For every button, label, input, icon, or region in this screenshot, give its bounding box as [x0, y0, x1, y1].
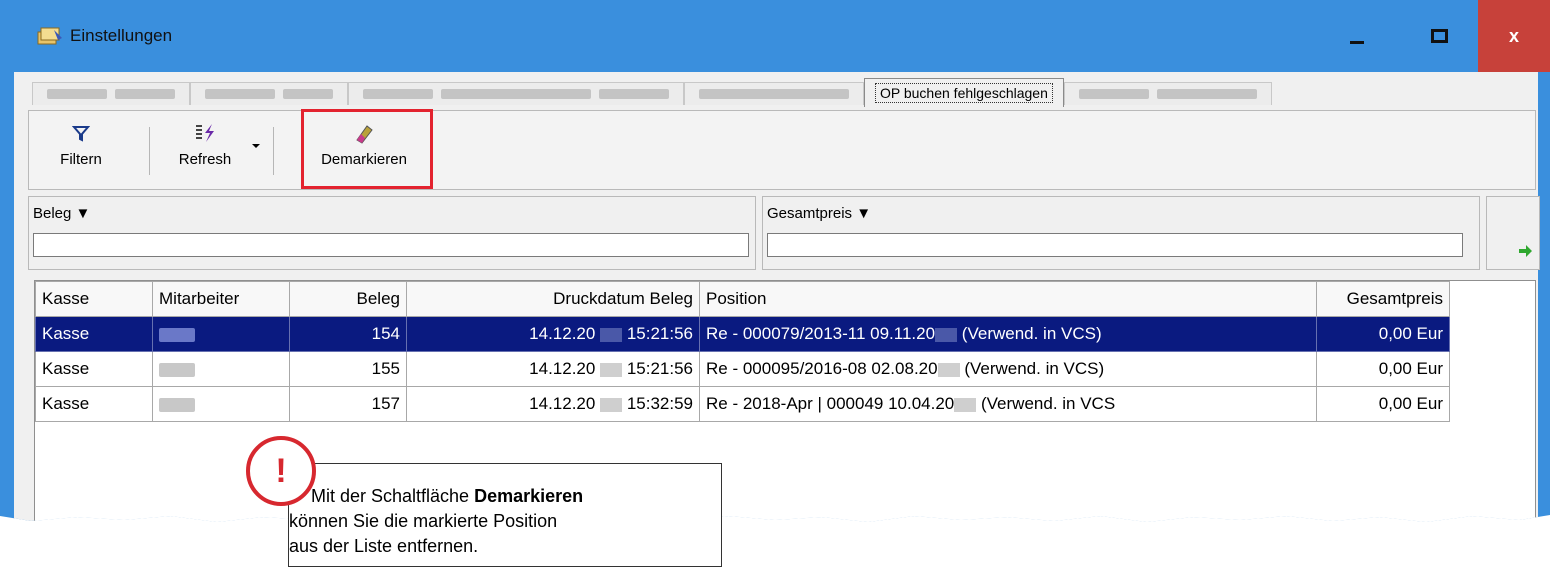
- filter-icon: [72, 126, 90, 142]
- tab-blurred-2[interactable]: [190, 82, 348, 105]
- results-table: Kasse Mitarbeiter Beleg Druckdatum Beleg…: [35, 281, 1450, 422]
- column-header-mitarbeiter[interactable]: Mitarbeiter: [152, 281, 290, 317]
- tab-blurred-1[interactable]: [32, 82, 190, 105]
- hint-text: Mit der Schaltfläche Demarkieren können …: [289, 486, 584, 556]
- title-bar: Einstellungen x: [0, 0, 1550, 72]
- column-header-position[interactable]: Position: [699, 281, 1317, 317]
- column-header-beleg[interactable]: Beleg: [289, 281, 407, 317]
- table-row[interactable]: Kasse 154 14.12.20 15:21:56 Re - 000079/…: [35, 316, 1450, 352]
- tab-blurred-5[interactable]: [1063, 82, 1272, 105]
- column-header-gesamtpreis[interactable]: Gesamtpreis: [1316, 281, 1450, 317]
- results-grid: Kasse Mitarbeiter Beleg Druckdatum Beleg…: [34, 280, 1536, 522]
- refresh-icon: [196, 124, 214, 142]
- settings-window: Einstellungen x OP buchen fehlgeschlagen…: [0, 0, 1550, 522]
- filter-gesamtpreis: Gesamtpreis ▼: [762, 196, 1480, 270]
- cell-druckdatum: 14.12.20 15:21:56: [406, 351, 700, 387]
- table-header-row: Kasse Mitarbeiter Beleg Druckdatum Beleg…: [35, 281, 1450, 317]
- close-icon: x: [1508, 25, 1519, 46]
- maximize-icon: [1430, 29, 1448, 43]
- toolbar: Filtern Refresh Demarkieren: [28, 109, 1536, 190]
- minimize-icon: [1350, 40, 1364, 44]
- cell-kasse: Kasse: [35, 351, 153, 387]
- cell-druckdatum: 14.12.20 15:32:59: [406, 386, 700, 422]
- cell-position: Re - 000079/2013-11 09.11.20 (Verwend. i…: [699, 316, 1317, 352]
- column-header-kasse[interactable]: Kasse: [35, 281, 153, 317]
- toolbar-separator: [273, 127, 274, 175]
- tab-op-buchen-fehlgeschlagen[interactable]: OP buchen fehlgeschlagen: [864, 78, 1064, 107]
- gesamtpreis-filter-label[interactable]: Gesamtpreis ▼: [767, 205, 871, 222]
- beleg-filter-label[interactable]: Beleg ▼: [33, 205, 90, 222]
- toolbar-separator: [149, 127, 150, 175]
- cell-mitarbeiter: [152, 316, 290, 352]
- client-area: OP buchen fehlgeschlagen Filtern Refresh…: [14, 72, 1540, 522]
- tab-blurred-4[interactable]: [684, 82, 864, 105]
- refresh-button[interactable]: Refresh: [165, 119, 245, 181]
- dropdown-arrow-icon[interactable]: [251, 143, 261, 149]
- gesamtpreis-filter-input[interactable]: [767, 233, 1463, 257]
- cell-mitarbeiter: [152, 386, 290, 422]
- apply-filter-box[interactable]: [1486, 196, 1540, 270]
- cell-gesamtpreis: 0,00 Eur: [1316, 316, 1450, 352]
- arrow-right-icon[interactable]: [1519, 245, 1533, 257]
- column-header-druckdatum[interactable]: Druckdatum Beleg: [406, 281, 700, 317]
- cell-gesamtpreis: 0,00 Eur: [1316, 386, 1450, 422]
- tab-blurred-3[interactable]: [348, 82, 684, 105]
- app-icon: [37, 27, 62, 45]
- cell-gesamtpreis: 0,00 Eur: [1316, 351, 1450, 387]
- cell-kasse: Kasse: [35, 386, 153, 422]
- cell-beleg: 157: [289, 386, 407, 422]
- refresh-label: Refresh: [178, 151, 232, 168]
- cell-kasse: Kasse: [35, 316, 153, 352]
- cell-position: Re - 000095/2016-08 02.08.20 (Verwend. i…: [699, 351, 1317, 387]
- minimize-button[interactable]: [1316, 0, 1398, 72]
- highlight-frame: [301, 109, 433, 189]
- cell-beleg: 154: [289, 316, 407, 352]
- cell-beleg: 155: [289, 351, 407, 387]
- window-title: Einstellungen: [70, 26, 173, 45]
- beleg-filter-input[interactable]: [33, 233, 749, 257]
- close-button[interactable]: x: [1478, 0, 1550, 72]
- filter-button[interactable]: Filtern: [51, 119, 111, 181]
- maximize-button[interactable]: [1398, 0, 1480, 72]
- filter-beleg: Beleg ▼: [28, 196, 756, 270]
- cell-position: Re - 2018-Apr | 000049 10.04.20 (Verwend…: [699, 386, 1317, 422]
- table-row[interactable]: Kasse 157 14.12.20 15:32:59 Re - 2018-Ap…: [35, 386, 1450, 422]
- cell-druckdatum: 14.12.20 15:21:56: [406, 316, 700, 352]
- table-row[interactable]: Kasse 155 14.12.20 15:21:56 Re - 000095/…: [35, 351, 1450, 387]
- warning-icon: !: [246, 436, 316, 506]
- cell-mitarbeiter: [152, 351, 290, 387]
- tab-strip: OP buchen fehlgeschlagen: [32, 78, 1272, 107]
- filter-label: Filtern: [60, 151, 102, 168]
- hint-callout: Mit der Schaltfläche Demarkieren können …: [288, 463, 722, 567]
